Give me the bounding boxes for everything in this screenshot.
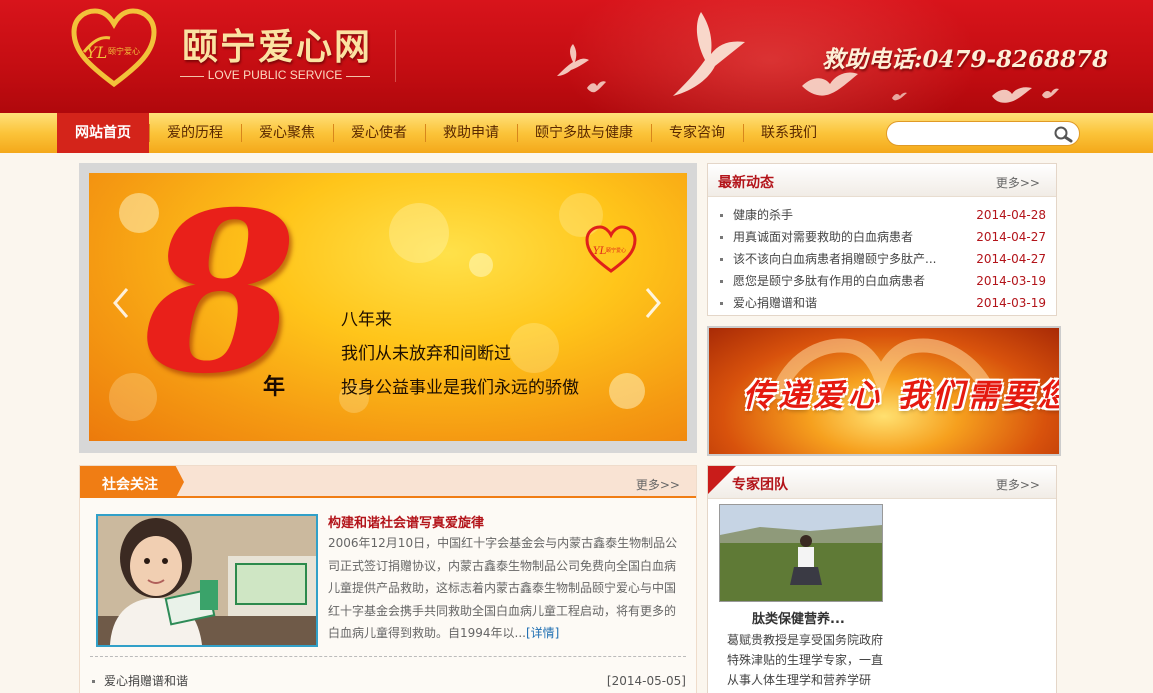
- svg-text:YL: YL: [593, 246, 607, 257]
- nav-item-aid-application[interactable]: 救助申请: [425, 113, 517, 153]
- panel-title: 专家团队: [732, 477, 788, 493]
- header-divider: [395, 30, 396, 82]
- dove-icon: [557, 44, 589, 76]
- panel-title: 最新动态: [718, 175, 774, 191]
- nav-item-focus[interactable]: 爱心聚焦: [241, 113, 333, 153]
- news-list: 健康的杀手 2014-04-28 用真诚面对需要救助的白血病患者 2014-04…: [720, 204, 1046, 314]
- more-link[interactable]: 更多>>: [996, 174, 1040, 191]
- more-link[interactable]: 更多>>: [636, 476, 680, 493]
- banner-slide[interactable]: 8 年 八年来 我们从未放弃和间断过 投身公益事业是我们永远的骄傲 YL 颐宁爱…: [89, 173, 687, 441]
- news-item[interactable]: 愿您是颐宁多肽有作用的白血病患者 2014-03-19: [720, 270, 1046, 292]
- nav-item-home[interactable]: 网站首页: [57, 113, 149, 153]
- bokeh-light: [609, 373, 645, 409]
- bullet: [720, 280, 723, 283]
- nav-item-contact[interactable]: 联系我们: [743, 113, 835, 153]
- svg-text:颐宁爱心: 颐宁爱心: [606, 247, 626, 254]
- search-box: [886, 121, 1080, 146]
- divider: [90, 656, 686, 657]
- news-date: 2014-04-27: [976, 252, 1046, 266]
- news-date: 2014-04-27: [976, 230, 1046, 244]
- expert-team-panel: 专家团队 更多>> 肽类保健营养... 葛赋贵教授是享受国务院政府特殊津贴的生理…: [707, 465, 1057, 693]
- bokeh-light: [469, 253, 493, 277]
- site-subtitle: LOVE PUBLIC SERVICE: [180, 68, 370, 82]
- panel-header: 专家团队 更多>>: [708, 466, 1056, 499]
- bokeh-light: [389, 203, 449, 263]
- panel-header: 最新动态 更多>>: [708, 164, 1056, 197]
- chevron-left-icon[interactable]: [109, 285, 133, 321]
- news-date: 2014-04-28: [976, 208, 1046, 222]
- expert-photo[interactable]: [719, 504, 883, 602]
- bokeh-light: [509, 323, 559, 373]
- list-item-title: 爱心捐赠谱和谐: [104, 674, 189, 688]
- nav-item-expert-consult[interactable]: 专家咨询: [651, 113, 743, 153]
- news-item[interactable]: 用真诚面对需要救助的白血病患者 2014-04-27: [720, 226, 1046, 248]
- news-title: 该不该向白血病患者捐赠颐宁多肽产...: [733, 252, 937, 266]
- news-date: 2014-03-19: [976, 274, 1046, 288]
- news-item[interactable]: 健康的杀手 2014-04-28: [720, 204, 1046, 226]
- panel-header: 社会关注 更多>>: [80, 466, 696, 498]
- heart-logo-icon: YL 颐宁爱心: [585, 225, 637, 273]
- search-input[interactable]: [897, 125, 1047, 143]
- expert-photo-illustration: [720, 505, 882, 601]
- article-body-text: 2006年12月10日，中国红十字会基金会与内蒙古鑫泰生物制品公司正式签订捐赠协…: [328, 536, 678, 640]
- dove-icon: [1042, 88, 1059, 99]
- dove-icon: [673, 12, 745, 96]
- child-photo-illustration: [98, 516, 316, 645]
- social-concern-panel: 社会关注 更多>> 构建和谐社会谱写真爱旋律 2006年12月10日，中国红十字…: [79, 465, 697, 693]
- dove-icon: [587, 81, 606, 93]
- nav-item-history[interactable]: 爱的历程: [149, 113, 241, 153]
- chevron-right-icon[interactable]: [641, 285, 665, 321]
- love-ad-text: 传递爱心 我们需要您: [743, 378, 1061, 414]
- panel-title: 社会关注: [102, 477, 158, 493]
- list-item-date: [2014-05-05]: [606, 674, 686, 688]
- news-title: 健康的杀手: [733, 208, 794, 222]
- nav-item-ambassadors[interactable]: 爱心使者: [333, 113, 425, 153]
- bullet: [92, 680, 95, 683]
- nav-items: 网站首页 爱的历程 爱心聚焦 爱心使者 救助申请 颐宁多肽与健康 专家咨询 联系…: [57, 113, 835, 153]
- hotline-text: 救助电话:0479-8268878: [822, 46, 1109, 73]
- love-banner-ad[interactable]: 传递爱心 我们需要您: [707, 326, 1061, 456]
- bullet: [720, 258, 723, 261]
- detail-link[interactable]: [详情]: [526, 626, 559, 640]
- expert-description: 葛赋贵教授是享受国务院政府特殊津贴的生理学专家，一直从事人体生理学和营养学研: [727, 633, 884, 687]
- magnifier-icon[interactable]: [1052, 125, 1074, 143]
- more-link[interactable]: 更多>>: [996, 476, 1040, 493]
- banner-line-2: 我们从未放弃和间断过: [341, 344, 511, 364]
- dove-icon: [992, 87, 1032, 103]
- svg-text:YL: YL: [86, 43, 107, 62]
- bullet: [720, 214, 723, 217]
- banner-unit: 年: [263, 375, 286, 400]
- expert-name-link[interactable]: 肽类保健营养...: [752, 608, 845, 627]
- article-title-link[interactable]: 构建和谐社会谱写真爱旋律: [328, 512, 484, 531]
- latest-news-panel: 最新动态 更多>> 健康的杀手 2014-04-28 用真诚面对需要救助的白血病…: [707, 163, 1057, 316]
- article-photo[interactable]: [96, 514, 318, 647]
- site-header: YL 颐宁爱心 颐宁爱心网 LOVE PUBLIC SERVICE 救助电话:0…: [0, 0, 1153, 113]
- news-item[interactable]: 该不该向白血病患者捐赠颐宁多肽产... 2014-04-27: [720, 248, 1046, 270]
- svg-text:颐宁爱心: 颐宁爱心: [108, 46, 140, 56]
- banner-line-3: 投身公益事业是我们永远的骄傲: [341, 378, 579, 398]
- banner-line-1: 八年来: [341, 310, 392, 330]
- site-title: 颐宁爱心网: [182, 26, 373, 68]
- news-title: 愿您是颐宁多肽有作用的白血病患者: [733, 274, 926, 288]
- heart-logo-icon[interactable]: YL 颐宁爱心: [70, 8, 158, 88]
- news-item[interactable]: 爱心捐赠谱和谐 2014-03-19: [720, 292, 1046, 314]
- news-title: 用真诚面对需要救助的白血病患者: [733, 230, 914, 244]
- news-title: 爱心捐赠谱和谐: [733, 296, 818, 310]
- list-item[interactable]: 爱心捐赠谱和谐 [2014-05-05]: [92, 671, 686, 691]
- news-date: 2014-03-19: [976, 296, 1046, 310]
- nav-item-peptide-health[interactable]: 颐宁多肽与健康: [517, 113, 651, 153]
- dove-icon: [892, 92, 907, 101]
- bullet: [720, 302, 723, 305]
- bullet: [720, 236, 723, 239]
- article-summary: 2006年12月10日，中国红十字会基金会与内蒙古鑫泰生物制品公司正式签订捐赠协…: [328, 532, 684, 645]
